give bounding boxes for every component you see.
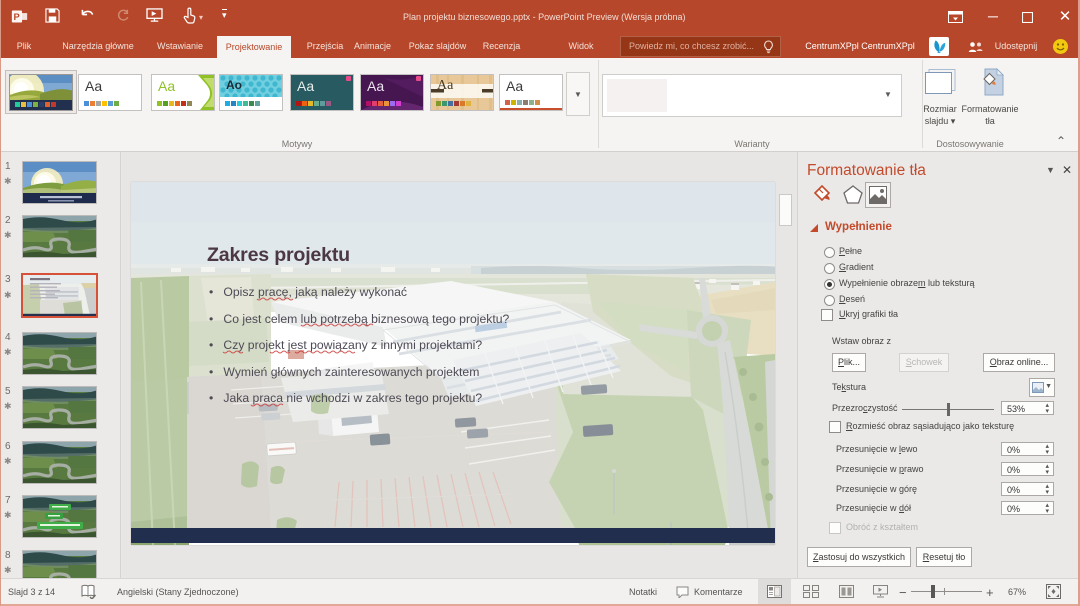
svg-text:P: P: [14, 12, 20, 22]
